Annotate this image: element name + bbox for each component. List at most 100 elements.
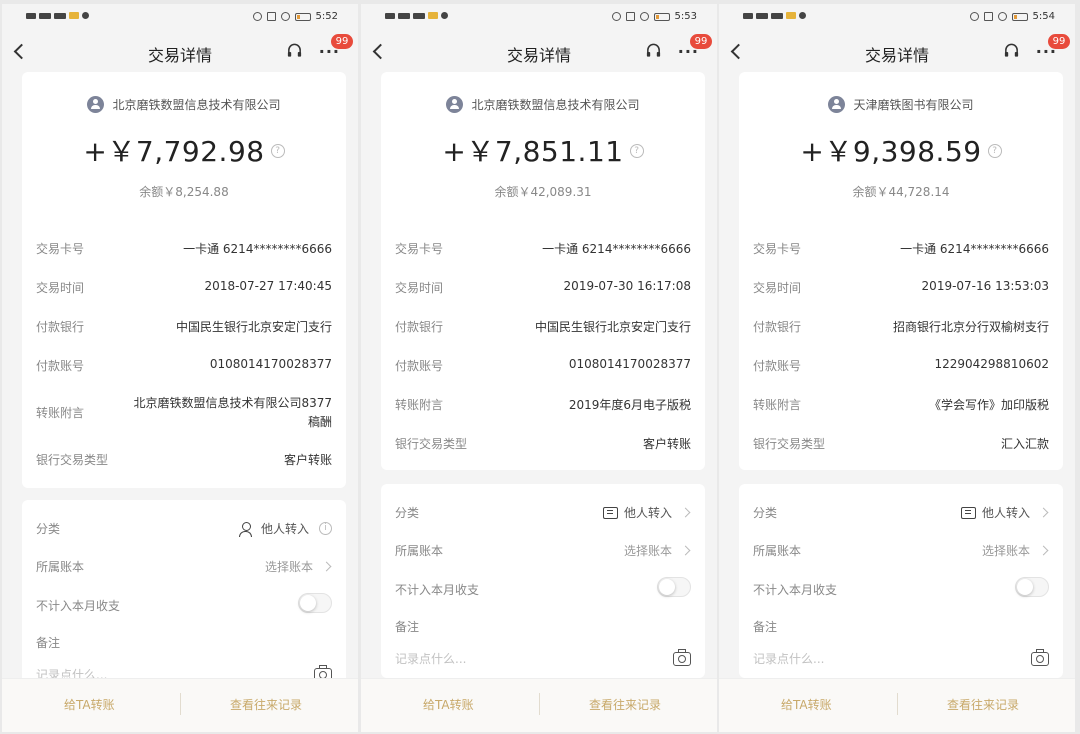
amount-row: +￥7,851.11?: [381, 130, 705, 170]
detail-label: 银行交易类型: [36, 453, 109, 467]
account-book-value: 选择账本: [623, 544, 672, 558]
exclude-label: 不计入本月收支: [395, 583, 480, 597]
detail-label: 付款账号: [395, 359, 444, 373]
detail-value: 《学会写作》加印版税: [928, 398, 1049, 412]
phone-screen-3: 5:54 交易详情 ··· 99 天津磨铁图书有限公司 +￥9,398.59? …: [719, 4, 1075, 732]
detail-row-type: 银行交易类型 客户转账: [395, 435, 691, 455]
detail-label: 转账附言: [36, 406, 85, 420]
detail-value: 中国民生银行北京安定门支行: [534, 320, 691, 334]
nav-bar: 交易详情 ··· 99: [719, 34, 1075, 72]
company-name: 北京磨铁数盟信息技术有限公司: [471, 98, 640, 112]
detail-value: 汇入汇款: [1000, 437, 1049, 451]
account-book-row[interactable]: 所属账本 选择账本: [36, 558, 332, 578]
account-book-label: 所属账本: [36, 560, 85, 574]
customer-service-icon[interactable]: [1003, 42, 1020, 60]
history-button[interactable]: 查看往来记录: [230, 696, 302, 713]
transfer-button[interactable]: 给TA转账: [64, 696, 115, 713]
detail-label: 银行交易类型: [753, 437, 826, 451]
detail-row-type: 银行交易类型 客户转账: [36, 451, 332, 471]
detail-row-bank: 付款银行 招商银行北京分行双榆树支行: [753, 318, 1049, 338]
balance: 余额￥42,089.31: [494, 185, 592, 199]
category-value: 他人转入: [623, 506, 672, 520]
battery-icon: [294, 12, 311, 21]
note-label: 备注: [36, 636, 61, 650]
page-title: 交易详情: [864, 46, 929, 65]
category-row[interactable]: 分类 他人转入: [395, 504, 691, 524]
notification-badge: 99: [331, 34, 353, 49]
bottom-action-bar: 给TA转账 查看往来记录: [361, 678, 717, 732]
account-book-value: 选择账本: [264, 560, 313, 574]
transaction-amount: +￥7,851.11: [442, 135, 624, 168]
bottom-action-bar: 给TA转账 查看往来记录: [2, 678, 358, 732]
chevron-right-icon: [1038, 507, 1049, 518]
detail-value: 2018-07-27 17:40:45: [204, 279, 332, 293]
phone-screen-2: 5:53 交易详情 ··· 99 北京磨铁数盟信息技术有限公司 +￥7,851.…: [361, 4, 717, 732]
chevron-right-icon: [680, 507, 691, 518]
transaction-card: 天津磨铁图书有限公司 +￥9,398.59? 余额￥44,728.14 交易卡号…: [739, 72, 1063, 470]
detail-label: 付款银行: [36, 320, 85, 334]
detail-label: 交易卡号: [36, 242, 85, 256]
account-book-row[interactable]: 所属账本 选择账本: [753, 542, 1049, 562]
detail-label: 银行交易类型: [395, 437, 468, 451]
detail-value: 招商银行北京分行双榆树支行: [892, 320, 1049, 334]
category-row[interactable]: 分类 他人转入 i: [36, 520, 332, 540]
status-bar: 5:54: [719, 4, 1075, 34]
detail-value: 一卡通 6214********6666: [183, 242, 332, 256]
exclude-toggle[interactable]: [298, 593, 332, 613]
category-row[interactable]: 分类 他人转入: [753, 504, 1049, 524]
chevron-right-icon: [680, 545, 691, 556]
note-input[interactable]: 记录点什么...: [395, 650, 466, 667]
exclude-row: 不计入本月收支: [36, 593, 332, 617]
exclude-row: 不计入本月收支: [395, 577, 691, 601]
history-button[interactable]: 查看往来记录: [589, 696, 661, 713]
info-icon[interactable]: i: [319, 522, 332, 535]
detail-row-account: 付款账号 0108014170028377: [36, 357, 332, 377]
status-time: 5:54: [1032, 11, 1055, 22]
detail-row-memo: 转账附言 北京磨铁数盟信息技术有限公司8377稿酬: [36, 394, 332, 434]
camera-icon[interactable]: [673, 649, 691, 666]
eye-icon: [969, 12, 979, 21]
detail-label: 付款银行: [753, 320, 802, 334]
status-bar: 5:52: [2, 4, 358, 34]
page-title: 交易详情: [506, 46, 571, 65]
detail-label: 付款账号: [753, 359, 802, 373]
signal-icons: [26, 12, 89, 19]
counterparty: 北京磨铁数盟信息技术有限公司: [22, 96, 346, 113]
category-icon: [960, 506, 976, 519]
company-avatar-icon: [87, 96, 105, 113]
help-icon[interactable]: ?: [270, 144, 285, 158]
customer-service-icon[interactable]: [286, 42, 303, 60]
exclude-toggle[interactable]: [657, 577, 691, 597]
help-icon[interactable]: ?: [629, 144, 644, 158]
camera-icon[interactable]: [1031, 649, 1049, 666]
transfer-button[interactable]: 给TA转账: [423, 696, 474, 713]
category-value: 他人转入: [981, 506, 1030, 520]
eye-icon: [611, 12, 621, 21]
category-value: 他人转入: [260, 522, 309, 536]
counterparty: 天津磨铁图书有限公司: [739, 96, 1063, 113]
detail-label: 转账附言: [753, 398, 802, 412]
account-book-value: 选择账本: [981, 544, 1030, 558]
detail-value: 一卡通 6214********6666: [542, 242, 691, 256]
category-label: 分类: [753, 506, 778, 520]
category-icon: [602, 506, 618, 519]
status-time: 5:52: [315, 11, 338, 22]
detail-label: 付款账号: [36, 359, 85, 373]
help-icon[interactable]: ?: [987, 144, 1002, 158]
nav-bar: 交易详情 ··· 99: [2, 34, 358, 72]
company-name: 北京磨铁数盟信息技术有限公司: [112, 98, 281, 112]
note-label: 备注: [395, 620, 420, 634]
note-input[interactable]: 记录点什么...: [753, 650, 824, 667]
detail-value: 2019-07-30 16:17:08: [563, 279, 691, 293]
transfer-button[interactable]: 给TA转账: [781, 696, 832, 713]
detail-row-time: 交易时间 2019-07-16 13:53:03: [753, 279, 1049, 299]
exclude-toggle[interactable]: [1015, 577, 1049, 597]
account-book-row[interactable]: 所属账本 选择账本: [395, 542, 691, 562]
detail-value: 2019-07-16 13:53:03: [921, 279, 1049, 293]
notification-badge: 99: [690, 34, 712, 49]
history-button[interactable]: 查看往来记录: [947, 696, 1019, 713]
phone-screen-1: 5:52 交易详情 ··· 99 北京磨铁数盟信息技术有限公司 +￥7,792.…: [2, 4, 358, 732]
location-icon: [280, 12, 290, 21]
customer-service-icon[interactable]: [645, 42, 662, 60]
account-book-label: 所属账本: [753, 544, 802, 558]
